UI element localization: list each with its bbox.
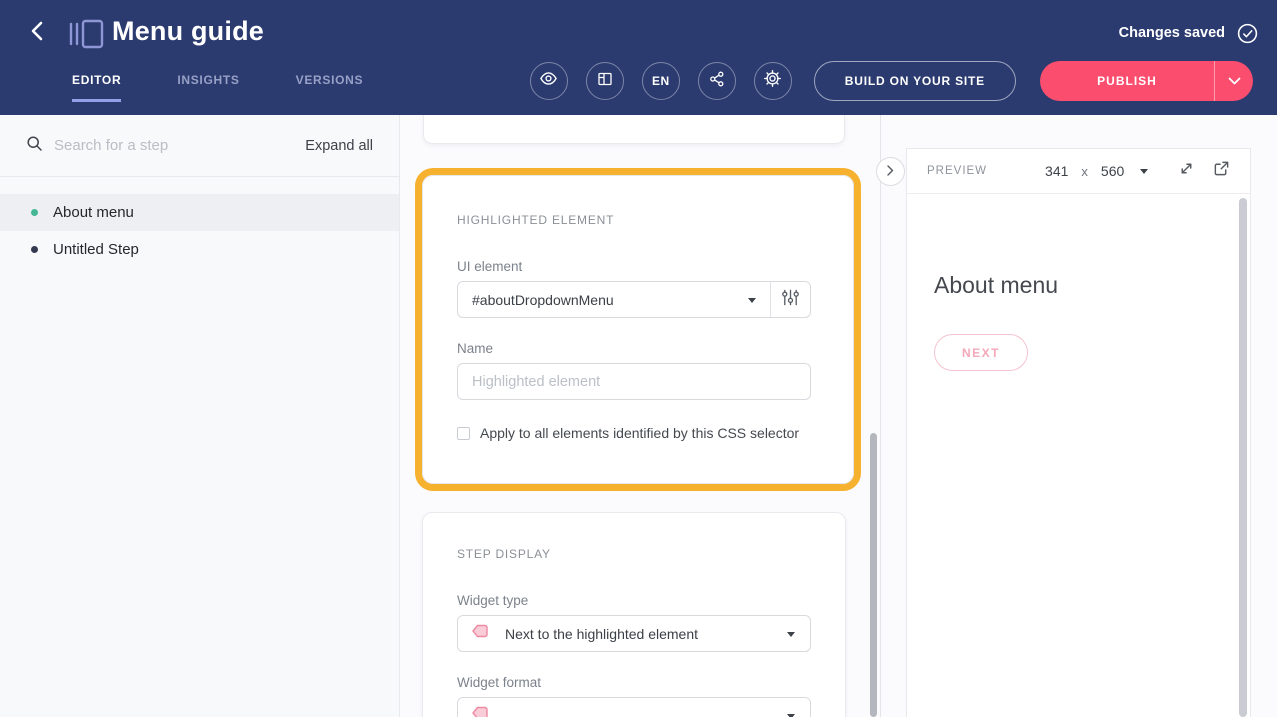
preview-next-button[interactable]: NEXT xyxy=(934,334,1028,371)
steps-sidebar: Expand all About menu Untitled Step xyxy=(0,115,400,717)
tab-editor[interactable]: EDITOR xyxy=(72,73,121,102)
step-status-dot xyxy=(31,209,38,216)
preview-title: PREVIEW xyxy=(927,165,987,177)
open-in-new-button[interactable] xyxy=(1213,160,1230,182)
ui-element-select[interactable]: #aboutDropdownMenu xyxy=(457,281,811,318)
preview-width-value: 341 xyxy=(1045,163,1068,179)
chevron-right-icon xyxy=(887,163,894,181)
section-title-step-display: STEP DISPLAY xyxy=(457,547,811,561)
publish-more-button[interactable] xyxy=(1214,61,1253,101)
triangle-down-icon xyxy=(748,298,756,303)
step-item-untitled-step[interactable]: Untitled Step xyxy=(0,231,399,268)
highlighted-element-card: HIGHLIGHTED ELEMENT UI element #aboutDro… xyxy=(415,168,861,491)
tab-insights[interactable]: INSIGHTS xyxy=(177,73,239,102)
step-status-dot xyxy=(31,246,38,253)
check-circle-icon xyxy=(1236,22,1259,50)
external-link-icon xyxy=(1213,160,1230,182)
apply-to-all-row: Apply to all elements identified by this… xyxy=(457,425,819,441)
step-display-card: STEP DISPLAY Widget type Next to the hig… xyxy=(422,512,846,717)
preview-header-actions xyxy=(1160,160,1230,182)
preview-header: PREVIEW 341 x 560 xyxy=(907,149,1250,194)
eye-icon xyxy=(539,69,558,93)
apply-to-all-checkbox[interactable] xyxy=(457,427,470,440)
preview-size-dropdown[interactable]: 341 x 560 xyxy=(1045,163,1148,179)
settings-button[interactable] xyxy=(754,62,792,100)
back-button[interactable] xyxy=(24,20,50,46)
share-button[interactable] xyxy=(698,62,736,100)
editor-tabs: EDITOR INSIGHTS VERSIONS xyxy=(72,73,419,102)
step-item-label: About menu xyxy=(53,204,134,221)
element-name-input[interactable] xyxy=(457,363,811,400)
triangle-down-icon xyxy=(787,632,795,637)
step-editor-panel: HIGHLIGHTED ELEMENT UI element #aboutDro… xyxy=(401,115,880,717)
widget-format-select[interactable] xyxy=(457,697,811,717)
page-title: Menu guide xyxy=(112,16,264,47)
changes-saved-status: Changes saved xyxy=(1119,25,1225,41)
section-title-highlighted-element: HIGHLIGHTED ELEMENT xyxy=(457,213,819,227)
tooltip-bubble-icon xyxy=(470,703,490,717)
panel-divider xyxy=(880,115,881,717)
sliders-icon xyxy=(781,288,800,312)
language-button[interactable]: EN xyxy=(642,62,680,100)
triangle-down-icon xyxy=(1140,169,1148,174)
panel-layout-icon xyxy=(596,70,614,93)
preview-scrollbar[interactable] xyxy=(1239,198,1247,717)
navbar-actions: EN BUILD ON YOUR SITE PUBLISH xyxy=(530,61,1253,101)
layout-button[interactable] xyxy=(586,62,624,100)
widget-type-label: Widget type xyxy=(457,593,811,608)
name-label: Name xyxy=(457,341,819,356)
widget-type-select[interactable]: Next to the highlighted element xyxy=(457,615,811,652)
share-icon xyxy=(708,70,726,93)
top-navbar: Menu guide Changes saved EDITOR INSIGHTS… xyxy=(0,0,1277,115)
guide-logo-icon xyxy=(68,18,104,55)
step-list: About menu Untitled Step xyxy=(0,194,399,268)
ui-element-label: UI element xyxy=(457,259,819,274)
ui-element-value: #aboutDropdownMenu xyxy=(472,292,614,308)
apply-to-all-label: Apply to all elements identified by this… xyxy=(480,425,799,441)
publish-button[interactable]: PUBLISH xyxy=(1040,61,1214,101)
element-settings-button[interactable] xyxy=(770,282,810,317)
preview-eye-button[interactable] xyxy=(530,62,568,100)
step-item-label: Untitled Step xyxy=(53,241,139,258)
size-separator: x xyxy=(1081,164,1088,179)
step-search-row: Expand all xyxy=(0,115,399,177)
search-step-input[interactable] xyxy=(54,137,305,154)
language-label: EN xyxy=(652,74,670,88)
expand-all-link[interactable]: Expand all xyxy=(305,138,373,154)
tab-versions[interactable]: VERSIONS xyxy=(296,73,364,102)
gear-icon xyxy=(763,69,782,93)
expand-preview-button[interactable] xyxy=(1178,160,1195,182)
chevron-left-icon xyxy=(27,20,47,47)
preview-panel: PREVIEW 341 x 560 About menu NEXT xyxy=(906,148,1251,717)
tooltip-bubble-icon xyxy=(470,621,490,646)
preview-content: About menu NEXT xyxy=(907,194,1250,371)
widget-type-value: Next to the highlighted element xyxy=(505,626,698,642)
widget-format-label: Widget format xyxy=(457,675,811,690)
step-item-about-menu[interactable]: About menu xyxy=(0,194,399,231)
previous-settings-card xyxy=(423,115,845,144)
search-icon xyxy=(26,135,43,157)
preview-height-value: 560 xyxy=(1101,163,1124,179)
publish-split-button: PUBLISH xyxy=(1040,61,1253,101)
preview-step-title: About menu xyxy=(934,272,1250,299)
collapse-preview-button[interactable] xyxy=(876,157,905,186)
chevron-down-icon xyxy=(1228,72,1241,90)
diagonal-arrows-icon xyxy=(1178,160,1195,182)
editor-scrollbar[interactable] xyxy=(870,433,877,717)
build-on-your-site-button[interactable]: BUILD ON YOUR SITE xyxy=(814,61,1016,101)
